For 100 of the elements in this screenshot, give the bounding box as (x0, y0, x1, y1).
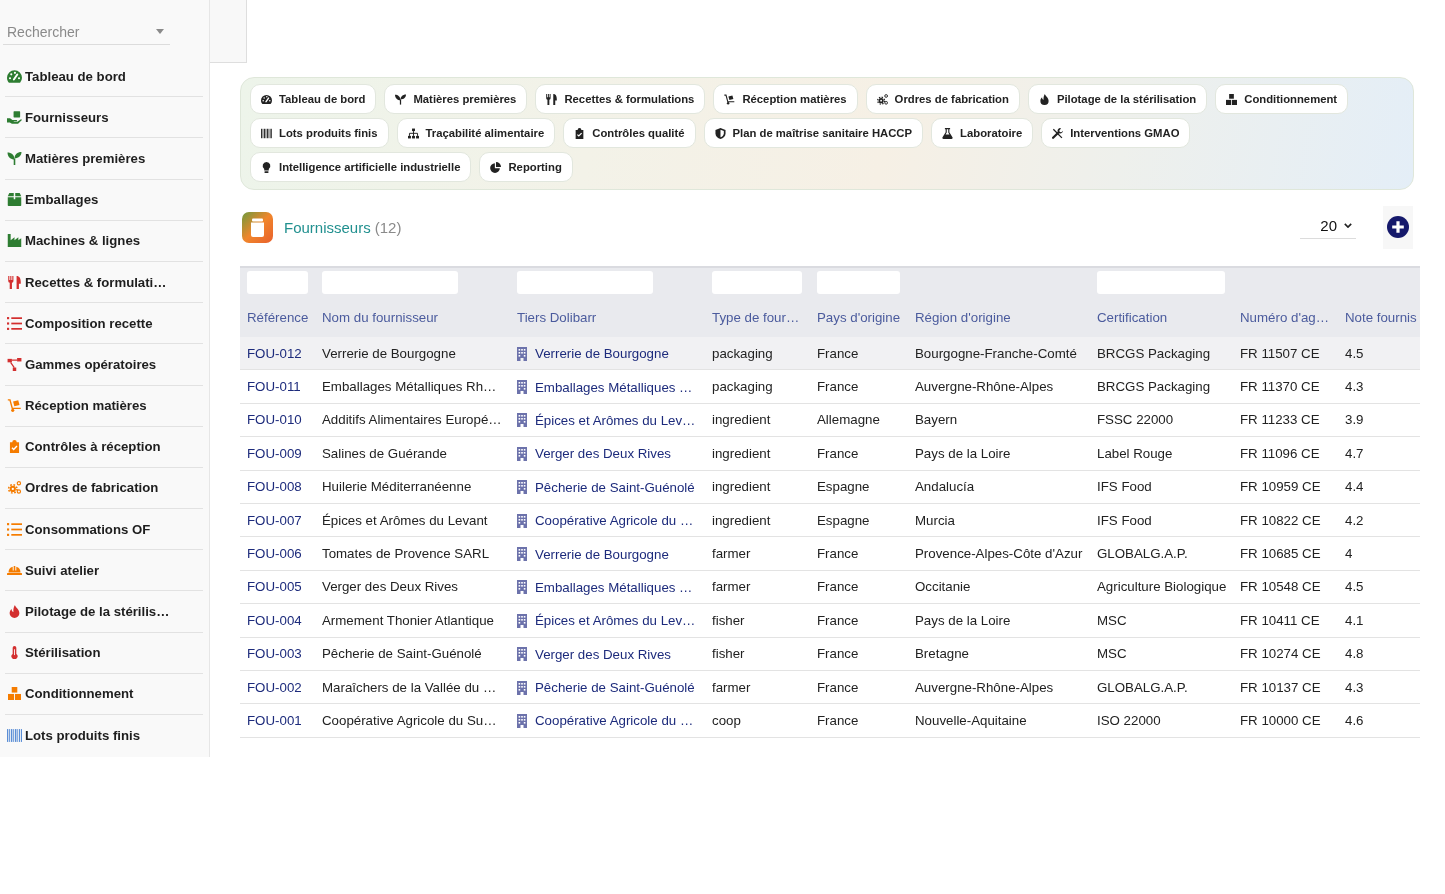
approval-number: FR 11096 CE (1240, 445, 1320, 461)
shortcut-button[interactable]: Reporting (479, 152, 573, 182)
building-icon (517, 580, 527, 595)
region: Auvergne-Rhône-Alpes (915, 379, 1054, 395)
approval-number: FR 10411 CE (1240, 612, 1320, 628)
supplier-rating: 4.3 (1345, 679, 1364, 695)
shortcut-button[interactable]: Interventions GMAO (1041, 118, 1191, 148)
shortcut-button[interactable]: Traçabilité alimentaire (396, 118, 556, 148)
tools-icon (1052, 127, 1064, 139)
reference-link[interactable]: FOU-005 (247, 579, 302, 595)
sidebar-item[interactable]: Réception matières (5, 385, 203, 427)
shortcut-button[interactable]: Intelligence artificielle industrielle (250, 152, 472, 182)
approval-number: FR 10274 CE (1240, 646, 1321, 662)
party-link[interactable]: Coopérative Agricole du … (535, 713, 694, 729)
party-link[interactable]: Pêcherie de Saint-Guénolé (535, 479, 695, 495)
sidebar-item[interactable]: Machines & lignes (5, 220, 203, 262)
reference-link[interactable]: FOU-001 (247, 713, 302, 728)
shortcut-button[interactable]: Tableau de bord (250, 84, 377, 114)
region: Bretagne (915, 646, 969, 662)
party-link[interactable]: Verger des Deux Rives (535, 646, 671, 662)
party-link[interactable]: Emballages Métalliques … (535, 379, 693, 395)
sidebar-item[interactable]: Stérilisation (5, 632, 203, 674)
column-header[interactable]: Région d'origine (915, 309, 1011, 326)
column-header[interactable]: Nom du fournisseur (322, 309, 439, 326)
reference-link[interactable]: FOU-008 (247, 479, 302, 495)
page-size-select[interactable]: 20 (1300, 213, 1356, 239)
shortcut-button[interactable]: Plan de maîtrise sanitaire HACCP (703, 118, 924, 148)
reference-link[interactable]: FOU-007 (247, 512, 302, 528)
certification: Label Rouge (1097, 445, 1173, 461)
reference-link[interactable]: FOU-006 (247, 546, 302, 562)
supplier-name: Additifs Alimentaires Europé… (322, 412, 502, 428)
building-icon (517, 547, 527, 562)
country: France (817, 579, 859, 595)
approval-number: FR 11233 CE (1240, 412, 1320, 428)
approval-number: FR 10548 CE (1240, 579, 1321, 595)
sidebar-item[interactable]: Ordres de fabrication (5, 467, 203, 510)
supplier-name: Tomates de Provence SARL (322, 546, 490, 562)
sidebar-item[interactable]: Pilotage de la stérilis… (5, 591, 203, 633)
party-link[interactable]: Coopérative Agricole du … (535, 513, 694, 529)
search-field[interactable]: Rechercher (3, 19, 170, 45)
boxes-icon (1226, 93, 1238, 105)
sidebar-item[interactable]: Fournisseurs (5, 97, 203, 139)
building-icon (517, 714, 527, 728)
certification: GLOBALG.A.P. (1097, 679, 1188, 695)
shortcut-button[interactable]: Laboratoire (931, 118, 1034, 148)
shortcut-button[interactable]: Lots produits finis (250, 118, 389, 148)
country: France (817, 345, 859, 361)
sidebar-item[interactable]: Conditionnement (5, 673, 203, 715)
party-link[interactable]: Épices et Arômes du Lev… (535, 613, 696, 629)
sidebar-item[interactable]: Gammes opératoires (5, 344, 203, 386)
certification: Agriculture Biologique (1097, 579, 1227, 595)
country: France (817, 646, 859, 662)
caret-icon (156, 29, 164, 34)
sidebar-item[interactable]: Tableau de bord (5, 56, 203, 98)
reference-link[interactable]: FOU-011 (247, 379, 301, 395)
shortcut-button[interactable]: Matières premières (384, 84, 528, 114)
shortcut-button[interactable]: Réception matières (713, 84, 858, 114)
reference-link[interactable]: FOU-004 (247, 612, 302, 628)
sidebar-item[interactable]: Contrôles à réception (5, 426, 203, 468)
party-link[interactable]: Épices et Arômes du Lev… (535, 412, 696, 428)
party-link[interactable]: Verger des Deux Rives (535, 446, 671, 462)
country: France (817, 546, 859, 562)
country: France (817, 679, 859, 695)
shortcut-button[interactable]: Ordres de fabrication (865, 84, 1020, 114)
sidebar-item[interactable]: Matières premières (5, 138, 203, 180)
region: Andalucía (915, 479, 975, 495)
sidebar-item[interactable]: Consommations OF (5, 509, 203, 551)
supplier-type: fisher (712, 646, 745, 662)
party-link[interactable]: Emballages Métalliques … (535, 579, 693, 595)
reference-link[interactable]: FOU-009 (247, 445, 302, 461)
sidebar-item[interactable]: Composition recette (5, 303, 203, 345)
reference-link[interactable]: FOU-010 (247, 412, 302, 428)
sidebar-item[interactable]: Emballages (5, 179, 203, 221)
add-button[interactable] (1383, 205, 1413, 249)
column-header[interactable]: Certification (1097, 309, 1168, 326)
shortcut-button[interactable]: Conditionnement (1215, 84, 1349, 114)
clipboard-check-icon (574, 127, 586, 139)
shortcut-button[interactable]: Pilotage de la stérilisation (1027, 84, 1208, 114)
building-icon (517, 647, 527, 662)
building-icon (517, 446, 527, 461)
sidebar-item[interactable]: Suivi atelier (5, 550, 203, 592)
supplier-type: ingredient (712, 445, 771, 461)
reference-link[interactable]: FOU-002 (247, 679, 302, 695)
party-link[interactable]: Pêcherie de Saint-Guénolé (535, 680, 695, 696)
party-link[interactable]: Verrerie de Bourgogne (535, 546, 669, 562)
sidebar-item[interactable]: Lots produits finis (5, 715, 203, 756)
supplier-name: Verger des Deux Rives (322, 579, 458, 595)
shortcut-button[interactable]: Recettes & formulations (535, 84, 706, 114)
reference-link[interactable]: FOU-003 (247, 646, 302, 662)
building-icon (517, 613, 527, 628)
sidebar-item[interactable]: Recettes & formulati… (5, 261, 203, 304)
shortcut-button[interactable]: Contrôles qualité (563, 118, 696, 148)
column-header[interactable]: Tiers Dolibarr (517, 309, 597, 326)
region: Occitanie (915, 579, 971, 595)
supplier-type: farmer (712, 679, 751, 695)
panel-tab[interactable] (210, 0, 247, 63)
sitemap-icon (407, 127, 419, 139)
region: Auvergne-Rhône-Alpes (915, 679, 1054, 695)
supplier-rating: 4.5 (1345, 579, 1364, 595)
approval-number: FR 10822 CE (1240, 512, 1321, 528)
